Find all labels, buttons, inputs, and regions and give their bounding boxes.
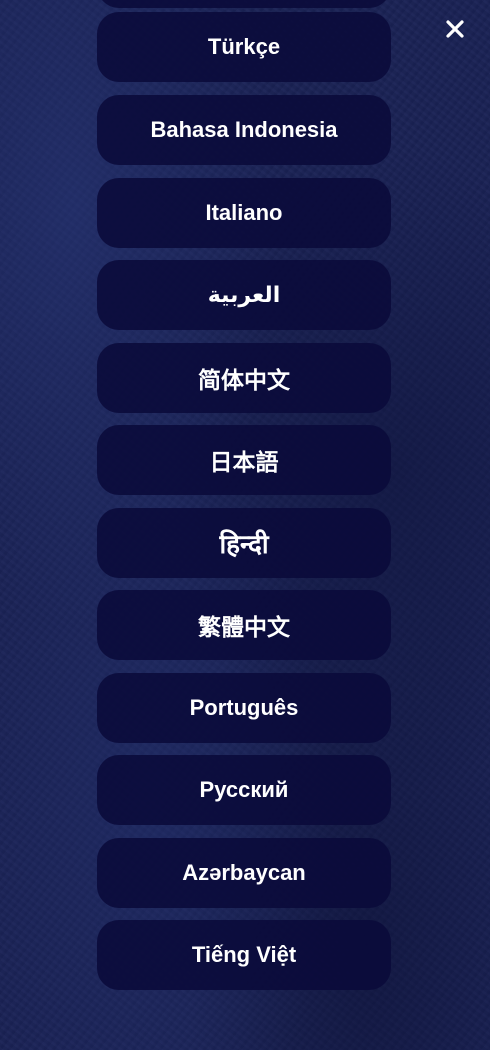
language-button-indonesian[interactable]: Bahasa Indonesia	[97, 95, 391, 165]
language-button-partial[interactable]	[97, 0, 391, 8]
language-button-russian[interactable]: Русский	[97, 755, 391, 825]
language-button-azerbaijani[interactable]: Azərbaycan	[97, 838, 391, 908]
language-button-arabic[interactable]: العربية	[97, 260, 391, 330]
close-icon	[446, 20, 464, 38]
language-button-hindi[interactable]: हिन्दी	[97, 508, 391, 578]
close-button[interactable]	[440, 14, 470, 44]
language-button-japanese[interactable]: 日本語	[97, 425, 391, 495]
language-menu-page: { "close_icon": "close-icon", "colors": …	[0, 0, 490, 1050]
language-button-simplified-chinese[interactable]: 简体中文	[97, 343, 391, 413]
language-button-turkish[interactable]: Türkçe	[97, 12, 391, 82]
language-button-vietnamese[interactable]: Tiếng Việt	[97, 920, 391, 990]
language-button-portuguese[interactable]: Português	[97, 673, 391, 743]
language-button-italian[interactable]: Italiano	[97, 178, 391, 248]
language-button-traditional-chinese[interactable]: 繁體中文	[97, 590, 391, 660]
